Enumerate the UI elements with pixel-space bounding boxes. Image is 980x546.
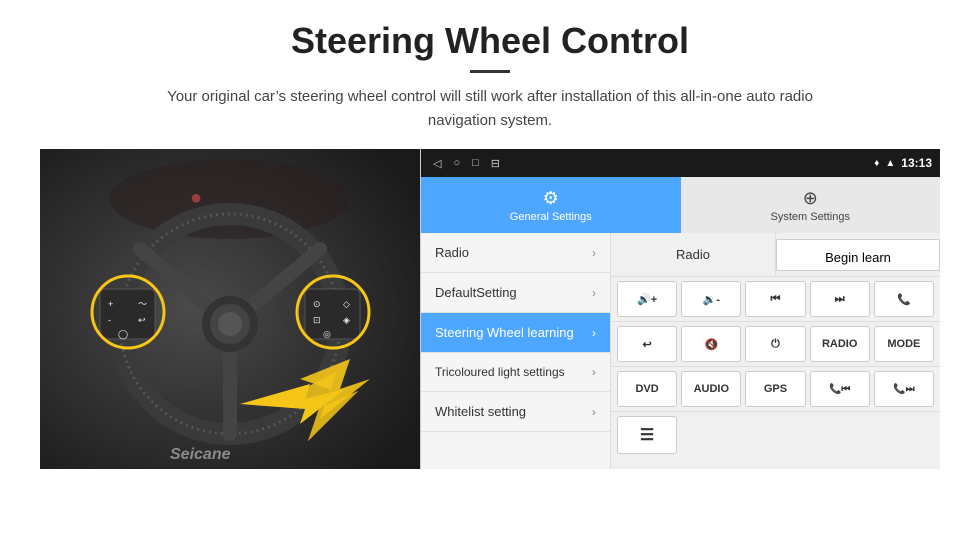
steering-wheel-svg: ● + 〜 - ↩ — [40, 149, 420, 469]
buttons-row-4: ☰ — [611, 412, 940, 458]
svg-text:◯: ◯ — [118, 329, 128, 340]
title-divider — [470, 70, 510, 73]
top-tabs: ⚙ General Settings ⊕ System Settings — [421, 177, 940, 233]
home-nav-icon[interactable]: ○ — [453, 157, 460, 170]
radio-button[interactable]: RADIO — [810, 326, 870, 362]
menu-steering-label: Steering Wheel learning — [435, 325, 574, 340]
gps-button[interactable]: GPS — [745, 371, 805, 407]
menu-nav-icon[interactable]: ⊟ — [491, 157, 500, 170]
mute-button[interactable]: 🔇 — [681, 326, 741, 362]
svg-text:〜: 〜 — [138, 299, 147, 309]
audio-button[interactable]: AUDIO — [681, 371, 741, 407]
mode-button[interactable]: MODE — [874, 326, 934, 362]
back-button[interactable]: ↩ — [617, 326, 677, 362]
svg-text:⊙: ⊙ — [313, 299, 321, 309]
menu-whitelist-label: Whitelist setting — [435, 404, 526, 419]
call-button[interactable]: 📞 — [874, 281, 934, 317]
status-bar-right: ♦ ▲ 13:13 — [874, 156, 932, 170]
page-subtitle: Your original car’s steering wheel contr… — [140, 85, 840, 133]
svg-text:+: + — [108, 299, 113, 309]
menu-item-tricoloured[interactable]: Tricoloured light settings › — [421, 353, 610, 392]
status-bar-nav: ◁ ○ □ ⊟ — [429, 157, 874, 170]
call-prev-button[interactable]: 📞⏮ — [810, 371, 870, 407]
tab-general-label: General Settings — [510, 211, 592, 223]
dvd-button[interactable]: DVD — [617, 371, 677, 407]
menu-item-whitelist[interactable]: Whitelist setting › — [421, 392, 610, 432]
chevron-steering-icon: › — [592, 326, 596, 340]
svg-text:◎: ◎ — [323, 329, 331, 339]
buttons-row-2: ↩ 🔇 ⏻ RADIO MODE — [611, 322, 940, 367]
menu-tricoloured-label: Tricoloured light settings — [435, 365, 565, 379]
tab-system-label: System Settings — [771, 211, 850, 223]
panel-row-1: Radio Begin learn — [611, 233, 940, 277]
steering-wheel-image: ● + 〜 - ↩ — [40, 149, 420, 469]
menu-radio-label: Radio — [435, 245, 469, 260]
svg-text:⊡: ⊡ — [313, 315, 321, 325]
svg-text:●: ● — [190, 187, 202, 209]
status-bar: ◁ ○ □ ⊟ ♦ ▲ 13:13 — [421, 149, 940, 177]
back-nav-icon[interactable]: ◁ — [433, 157, 441, 170]
prev-track-button[interactable]: ⏮ — [745, 281, 805, 317]
system-settings-icon: ⊕ — [803, 188, 818, 209]
svg-text:↩: ↩ — [138, 315, 146, 325]
watermark-text: Seicane — [170, 446, 231, 463]
radio-label: Radio — [676, 247, 710, 262]
chevron-default-icon: › — [592, 286, 596, 300]
svg-text:-: - — [108, 315, 111, 325]
vol-down-button[interactable]: 🔉- — [681, 281, 741, 317]
tab-system-settings[interactable]: ⊕ System Settings — [681, 177, 941, 233]
page-title: Steering Wheel Control — [40, 20, 940, 62]
title-section: Steering Wheel Control Your original car… — [40, 20, 940, 133]
chevron-whitelist-icon: › — [592, 405, 596, 419]
chevron-tricoloured-icon: › — [592, 365, 596, 379]
wifi-icon: ▲ — [885, 158, 895, 169]
next-track-button[interactable]: ⏭ — [810, 281, 870, 317]
recents-nav-icon[interactable]: □ — [472, 157, 479, 170]
chevron-radio-icon: › — [592, 246, 596, 260]
menu-item-radio[interactable]: Radio › — [421, 233, 610, 273]
menu-default-label: DefaultSetting — [435, 285, 517, 300]
left-menu: Radio › DefaultSetting › Steering Wheel … — [421, 233, 611, 469]
menu-item-steering[interactable]: Steering Wheel learning › — [421, 313, 610, 353]
android-main: Radio › DefaultSetting › Steering Wheel … — [421, 233, 940, 469]
time-display: 13:13 — [901, 156, 932, 170]
buttons-row-3: DVD AUDIO GPS 📞⏮ 📞⏭ — [611, 367, 940, 412]
svg-text:◇: ◇ — [343, 299, 350, 309]
tab-general-settings[interactable]: ⚙ General Settings — [421, 177, 681, 233]
vol-up-button[interactable]: 🔊+ — [617, 281, 677, 317]
call-next-button[interactable]: 📞⏭ — [874, 371, 934, 407]
list-button[interactable]: ☰ — [617, 416, 677, 454]
content-area: ● + 〜 - ↩ — [40, 149, 940, 469]
page-wrapper: Steering Wheel Control Your original car… — [0, 0, 980, 479]
right-panel: Radio Begin learn 🔊+ 🔉- ⏮ ⏭ — [611, 233, 940, 469]
begin-learn-button[interactable]: Begin learn — [776, 239, 940, 271]
general-settings-icon: ⚙ — [543, 188, 559, 209]
menu-item-default[interactable]: DefaultSetting › — [421, 273, 610, 313]
svg-text:◈: ◈ — [343, 315, 350, 325]
power-button[interactable]: ⏻ — [745, 326, 805, 362]
buttons-row-1: 🔊+ 🔉- ⏮ ⏭ 📞 — [611, 277, 940, 322]
steering-wheel-placeholder: ● + 〜 - ↩ — [40, 149, 420, 469]
android-ui: ◁ ○ □ ⊟ ♦ ▲ 13:13 ⚙ General Settings — [420, 149, 940, 469]
signal-icon: ♦ — [874, 158, 879, 169]
